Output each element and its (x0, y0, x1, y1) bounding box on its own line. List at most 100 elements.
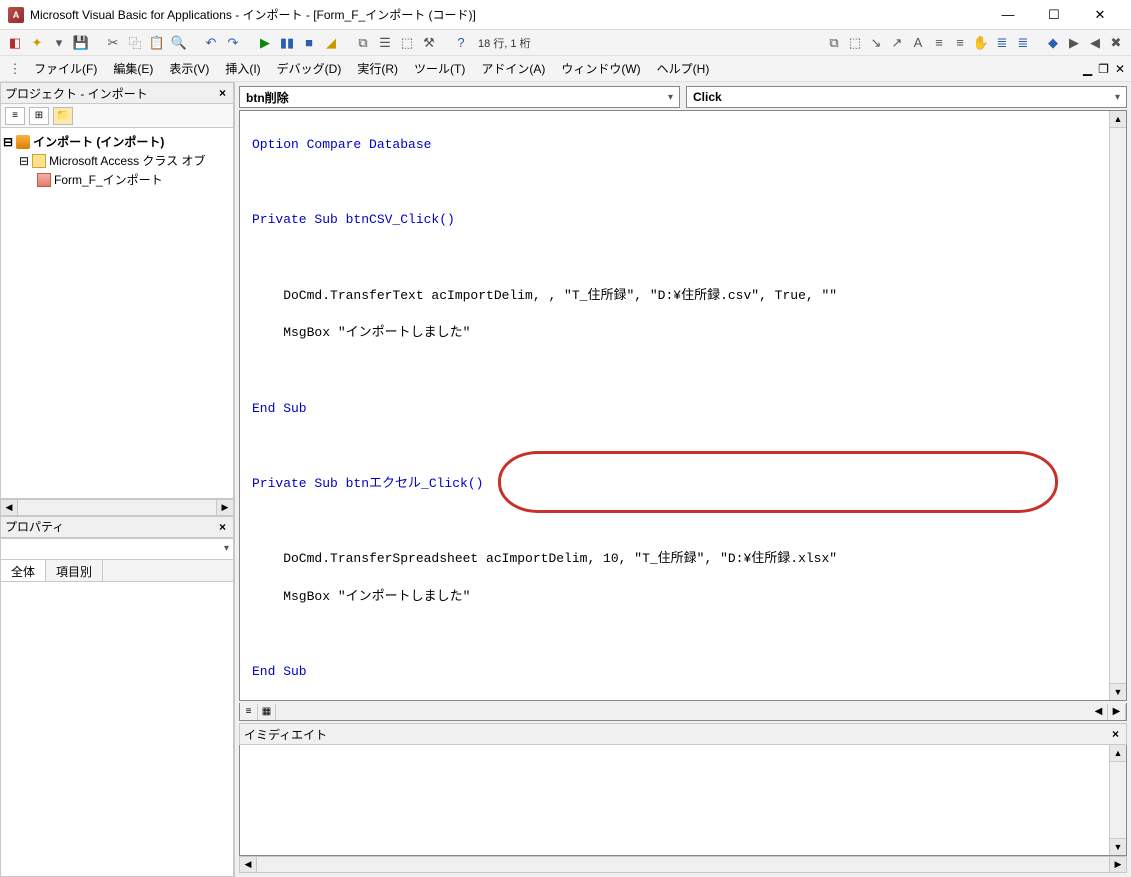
toggle-folders-icon[interactable]: 📁 (53, 107, 73, 125)
database-icon (16, 135, 30, 149)
menu-debug[interactable]: デバッグ(D) (271, 57, 348, 80)
dropdown-icon[interactable]: ▾ (50, 34, 68, 52)
immediate-panel-header: イミディエイト × (239, 723, 1127, 745)
cursor-status: 18 行, 1 桁 (474, 35, 535, 51)
view-object-icon[interactable]: ⊞ (29, 107, 49, 125)
folder-icon (32, 154, 46, 168)
object-browser-icon[interactable]: ⬚ (398, 34, 416, 52)
mdi-close-button[interactable]: ✕ (1115, 62, 1125, 76)
app-icon: A (8, 7, 24, 23)
tb-r5[interactable]: A (909, 34, 927, 52)
menubar: ⋮ ファイル(F) 編集(E) 表示(V) 挿入(I) デバッグ(D) 実行(R… (0, 56, 1131, 82)
find-icon[interactable]: 🔍 (170, 34, 188, 52)
redo-icon[interactable]: ↷ (224, 34, 242, 52)
breakpoint-icon[interactable]: ✋ (972, 34, 990, 52)
immediate-vscroll[interactable]: ▲ ▼ (1109, 745, 1126, 855)
menu-tools[interactable]: ツール(T) (408, 57, 471, 80)
maximize-button[interactable]: ☐ (1031, 1, 1077, 29)
code-hscroll-left[interactable]: ◀ (1090, 704, 1108, 720)
mdi-minimize-button[interactable]: ▁ (1083, 62, 1092, 76)
reset-icon[interactable]: ■ (300, 34, 318, 52)
menu-edit[interactable]: 編集(E) (107, 57, 159, 80)
tree-form[interactable]: Form_F_インポート (54, 171, 163, 188)
immediate-hscroll[interactable]: ◀ ▶ (239, 856, 1127, 873)
procedure-selector[interactable]: Click (686, 86, 1127, 108)
close-button[interactable]: ✕ (1077, 1, 1123, 29)
save-icon[interactable]: 💾 (72, 34, 90, 52)
scroll-up-icon[interactable]: ▲ (1110, 745, 1126, 762)
properties-panel-header: プロパティ × (0, 516, 234, 538)
code-editor[interactable]: Option Compare Database Private Sub btnC… (240, 111, 1109, 700)
menu-insert[interactable]: 挿入(I) (219, 57, 266, 80)
cut-icon[interactable]: ✂ (104, 34, 122, 52)
scroll-left-icon[interactable]: ◀ (1, 500, 18, 515)
menu-file[interactable]: ファイル(F) (28, 57, 103, 80)
properties-tab-all[interactable]: 全体 (1, 560, 46, 581)
menu-help[interactable]: ヘルプ(H) (651, 57, 716, 80)
menu-view[interactable]: 表示(V) (163, 57, 215, 80)
tb-r2[interactable]: ⬚ (846, 34, 864, 52)
tree-folder[interactable]: Microsoft Access クラス オブ (49, 152, 205, 169)
minimize-button[interactable]: — (985, 1, 1031, 29)
wizard-icon[interactable]: ✦ (28, 34, 46, 52)
scroll-up-icon[interactable]: ▲ (1110, 111, 1126, 128)
menu-run[interactable]: 実行(R) (351, 57, 404, 80)
scroll-right-icon[interactable]: ▶ (1109, 857, 1126, 872)
copy-icon[interactable]: ⿻ (126, 34, 144, 52)
code-vscroll[interactable]: ▲ ▼ (1109, 111, 1126, 700)
break-icon[interactable]: ▮▮ (278, 34, 296, 52)
form-icon (37, 173, 51, 187)
tb-r4[interactable]: ↗ (888, 34, 906, 52)
menubar-handle[interactable]: ⋮ (6, 60, 24, 78)
undo-icon[interactable]: ↶ (202, 34, 220, 52)
properties-panel-close[interactable]: × (216, 520, 229, 534)
view-code-icon[interactable]: ≡ (5, 107, 25, 125)
access-icon[interactable]: ◧ (6, 34, 24, 52)
project-explorer-icon[interactable]: ⧉ (354, 34, 372, 52)
full-module-view-icon[interactable]: ▦ (258, 704, 276, 720)
toolbar-main: ◧ ✦ ▾ 💾 ✂ ⿻ 📋 🔍 ↶ ↷ ▶ ▮▮ ■ ◢ ⧉ ☰ ⬚ ⚒ ? 1… (0, 30, 1131, 56)
next-bookmark-icon[interactable]: ▶ (1065, 34, 1083, 52)
properties-object-combo[interactable] (0, 538, 234, 560)
properties-grid[interactable] (0, 582, 234, 877)
scroll-down-icon[interactable]: ▼ (1110, 683, 1126, 700)
project-panel-header: プロジェクト - インポート × (0, 82, 234, 104)
comment-icon[interactable]: ≣ (993, 34, 1011, 52)
uncomment-icon[interactable]: ≣ (1014, 34, 1032, 52)
tb-r1[interactable]: ⧉ (825, 34, 843, 52)
menu-window[interactable]: ウィンドウ(W) (555, 57, 646, 80)
titlebar: A Microsoft Visual Basic for Application… (0, 0, 1131, 30)
paste-icon[interactable]: 📋 (148, 34, 166, 52)
tb-r3[interactable]: ↘ (867, 34, 885, 52)
code-footer: ≡ ▦ ◀ ▶ (239, 703, 1127, 721)
immediate-textarea[interactable] (240, 745, 1109, 855)
scroll-down-icon[interactable]: ▼ (1110, 838, 1126, 855)
menu-addins[interactable]: アドイン(A) (475, 57, 551, 80)
outdent-icon[interactable]: ≡ (951, 34, 969, 52)
project-tree[interactable]: ⊟インポート (インポート) ⊟Microsoft Access クラス オブ … (0, 128, 234, 499)
clear-bookmarks-icon[interactable]: ✖ (1107, 34, 1125, 52)
project-panel-title: プロジェクト - インポート (5, 85, 148, 102)
bookmark-icon[interactable]: ◆ (1044, 34, 1062, 52)
immediate-panel-title: イミディエイト (244, 726, 327, 743)
code-hscroll-right[interactable]: ▶ (1108, 704, 1126, 720)
mdi-restore-button[interactable]: ❐ (1098, 62, 1109, 76)
scroll-right-icon[interactable]: ▶ (216, 500, 233, 515)
design-icon[interactable]: ◢ (322, 34, 340, 52)
project-panel-close[interactable]: × (216, 86, 229, 100)
help-icon[interactable]: ? (452, 34, 470, 52)
tree-root[interactable]: インポート (インポート) (33, 133, 164, 150)
object-selector[interactable]: btn削除 (239, 86, 680, 108)
project-hscroll[interactable]: ◀ ▶ (0, 499, 234, 516)
prev-bookmark-icon[interactable]: ◀ (1086, 34, 1104, 52)
toolbox-icon[interactable]: ⚒ (420, 34, 438, 52)
run-icon[interactable]: ▶ (256, 34, 274, 52)
window-title: Microsoft Visual Basic for Applications … (30, 6, 985, 23)
indent-icon[interactable]: ≡ (930, 34, 948, 52)
procedure-view-icon[interactable]: ≡ (240, 704, 258, 720)
properties-icon[interactable]: ☰ (376, 34, 394, 52)
properties-tab-categorized[interactable]: 項目別 (46, 560, 103, 581)
scroll-left-icon[interactable]: ◀ (240, 857, 257, 872)
project-toolbar: ≡ ⊞ 📁 (0, 104, 234, 128)
immediate-panel-close[interactable]: × (1109, 727, 1122, 741)
